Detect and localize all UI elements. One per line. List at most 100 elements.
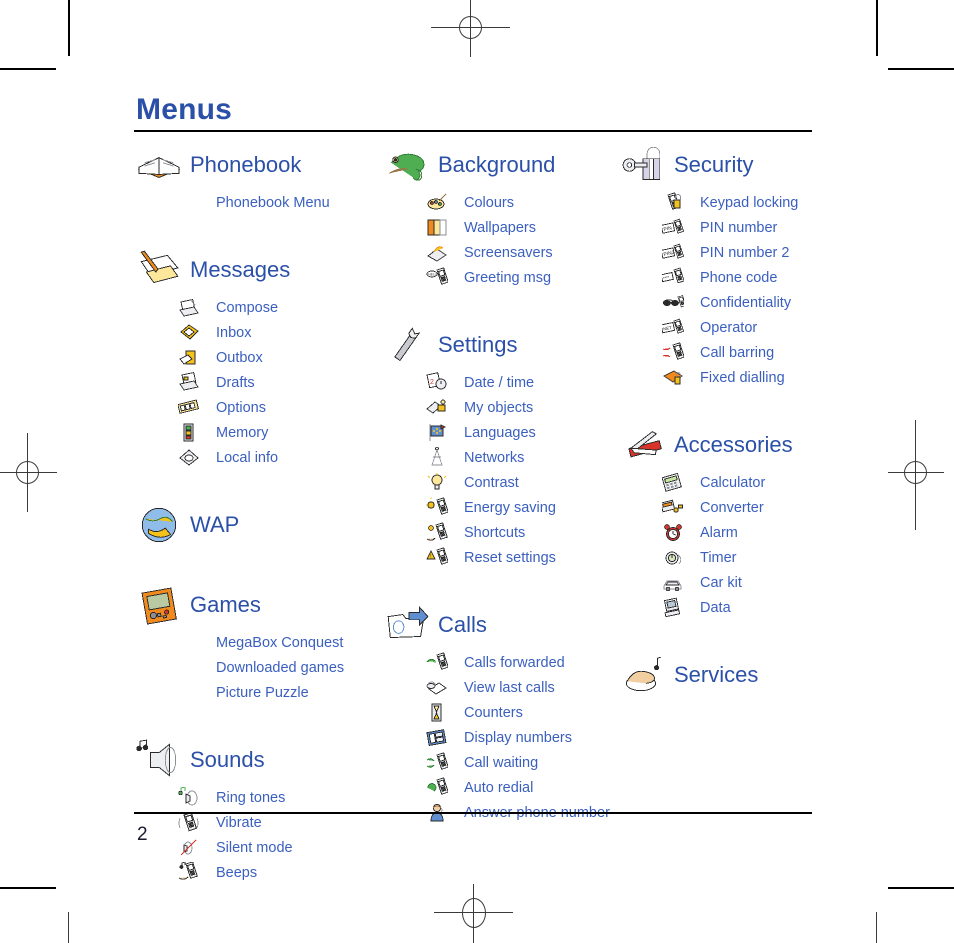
- screensavers-icon: [420, 242, 454, 264]
- column-middle: Background Colours Wallpapers Screensavers H…: [376, 140, 610, 825]
- group-title: Settings: [438, 332, 518, 357]
- menu-item-label: Screensavers: [464, 244, 553, 261]
- menu-item-label: Drafts: [216, 374, 255, 391]
- menu-item[interactable]: Call waiting: [376, 750, 606, 775]
- regmark-left: [16, 461, 39, 484]
- menu-item[interactable]: 2 Date / time: [376, 370, 606, 395]
- menu-item[interactable]: MegaBox Conquest: [128, 630, 378, 655]
- menu-item[interactable]: Screensavers: [376, 240, 606, 265]
- converter-icon: [656, 497, 690, 519]
- menu-item[interactable]: HELLO Greeting msg: [376, 265, 606, 290]
- menu-item-label: View last calls: [464, 679, 555, 696]
- group-header[interactable]: Messages: [128, 245, 378, 295]
- menu-item[interactable]: Converter: [612, 495, 862, 520]
- menu-item[interactable]: PIN2 PIN number 2: [612, 240, 862, 265]
- menu-item[interactable]: Contrast: [376, 470, 606, 495]
- group-header[interactable]: Calls: [376, 600, 606, 650]
- regmark-top: [459, 16, 482, 39]
- menu-item-label: Options: [216, 399, 266, 416]
- menu-item[interactable]: Counters: [376, 700, 606, 725]
- menu-item-label: Confidentiality: [700, 294, 792, 311]
- open-book-icon: [128, 141, 190, 189]
- menu-item[interactable]: Downloaded games: [128, 655, 378, 680]
- menu-item[interactable]: Display numbers: [376, 725, 606, 750]
- menu-item-label: PIN number: [700, 219, 778, 236]
- menu-item[interactable]: Auto redial: [376, 775, 606, 800]
- menu-item-label: My objects: [464, 399, 534, 416]
- menu-item[interactable]: Energy saving: [376, 495, 606, 520]
- wallpapers-icon: [420, 217, 454, 239]
- menu-item-label: Call waiting: [464, 754, 539, 771]
- menu-item-label: Wallpapers: [464, 219, 536, 236]
- menu-item[interactable]: Calculator: [612, 470, 862, 495]
- menu-item[interactable]: Car kit: [612, 570, 862, 595]
- local-info-icon: [172, 447, 206, 469]
- menu-item[interactable]: My objects: [376, 395, 606, 420]
- confidentiality-icon: [656, 292, 690, 314]
- menu-item[interactable]: Phonebook Menu: [128, 190, 378, 215]
- menu-item[interactable]: Picture Puzzle: [128, 680, 378, 705]
- group-header[interactable]: + Accessories: [612, 420, 862, 470]
- crop-mark-top-left-vertical: [68, 0, 70, 56]
- column-right: Security Keypad locking PIN PIN number PIN2 P…: [612, 140, 862, 700]
- call-waiting-icon: [420, 751, 454, 774]
- menu-item[interactable]: Fixed dialling: [612, 365, 862, 390]
- my-objects-icon: [420, 397, 454, 419]
- menu-item[interactable]: Compose: [128, 295, 378, 320]
- menu-item[interactable]: Options: [128, 395, 378, 420]
- menu-item[interactable]: Colours: [376, 190, 606, 215]
- menu-item[interactable]: View last calls: [376, 675, 606, 700]
- menu-item[interactable]: Memory: [128, 420, 378, 445]
- crop-mark-top-right-horizontal: [888, 68, 954, 70]
- timer-icon: [656, 547, 690, 569]
- menu-item[interactable]: Networks: [376, 445, 606, 470]
- menu-item[interactable]: Data: [612, 595, 862, 620]
- group-header[interactable]: Services: [612, 650, 862, 700]
- group-header[interactable]: Games: [128, 580, 378, 630]
- memory-icon: [172, 422, 206, 444]
- menu-item[interactable]: Local info: [128, 445, 378, 470]
- menu-item[interactable]: Beeps: [128, 860, 378, 885]
- languages-flag-icon: [420, 422, 454, 444]
- menu-item[interactable]: NET Operator: [612, 315, 862, 340]
- menu-item[interactable]: Timer: [612, 545, 862, 570]
- menu-item[interactable]: Wallpapers: [376, 215, 606, 240]
- menu-item[interactable]: ! Reset settings: [376, 545, 606, 570]
- menu-group-calls: Calls Calls forwarded View last calls Count…: [376, 600, 610, 825]
- group-header[interactable]: Settings: [376, 320, 606, 370]
- menu-group-wap: WAP: [128, 500, 378, 550]
- group-title: Games: [190, 592, 261, 617]
- menu-item[interactable]: Drafts: [128, 370, 378, 395]
- menu-item[interactable]: Alarm: [612, 520, 862, 545]
- menu-item[interactable]: **** Phone code: [612, 265, 862, 290]
- menu-item-label: Operator: [700, 319, 758, 336]
- menu-item-label: Phone code: [700, 269, 778, 286]
- menu-item[interactable]: Calls forwarded: [376, 650, 606, 675]
- menu-item[interactable]: Languages: [376, 420, 606, 445]
- menu-item[interactable]: Shortcuts: [376, 520, 606, 545]
- group-title: Sounds: [190, 747, 265, 772]
- menu-group-security: Security Keypad locking PIN PIN number PIN2 P…: [612, 140, 862, 390]
- menu-item[interactable]: Call barring: [612, 340, 862, 365]
- keypad-locking-icon: [656, 191, 690, 214]
- group-header[interactable]: Sounds: [128, 735, 378, 785]
- menu-item[interactable]: PIN PIN number: [612, 215, 862, 240]
- menu-item[interactable]: Confidentiality: [612, 290, 862, 315]
- crop-mark-bottom-left-horizontal: [0, 887, 56, 889]
- calls-folder-arrow-icon: [376, 601, 438, 649]
- group-header[interactable]: Phonebook: [128, 140, 378, 190]
- menu-item[interactable]: Outbox: [128, 345, 378, 370]
- group-header[interactable]: Security: [612, 140, 862, 190]
- page-guide-left: [68, 912, 69, 943]
- menu-item-label: Greeting msg: [464, 269, 552, 286]
- menu-item-label: Colours: [464, 194, 514, 211]
- group-header[interactable]: Background: [376, 140, 606, 190]
- pin-number-icon: PIN: [656, 217, 690, 239]
- menu-item[interactable]: Ring tones: [128, 785, 378, 810]
- menu-item[interactable]: Silent mode: [128, 835, 378, 860]
- menu-item-label: Reset settings: [464, 549, 556, 566]
- menu-item[interactable]: Keypad locking: [612, 190, 862, 215]
- menu-item[interactable]: Inbox: [128, 320, 378, 345]
- display-numbers-icon: [420, 727, 454, 749]
- group-header[interactable]: WAP: [128, 500, 378, 550]
